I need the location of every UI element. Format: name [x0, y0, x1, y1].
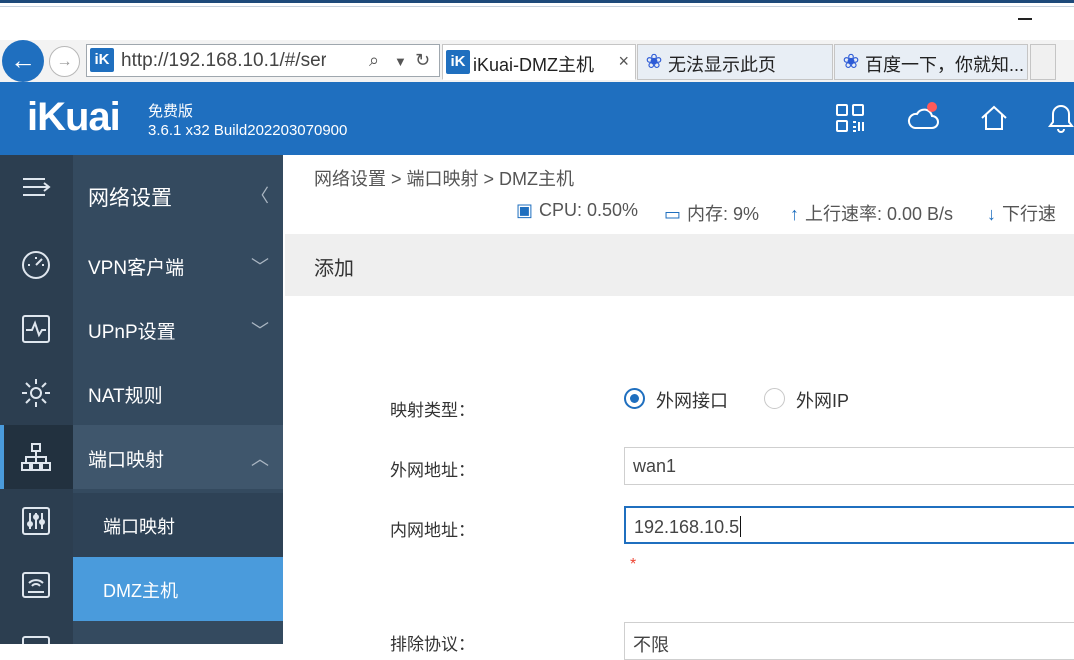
radio-wan-interface-label[interactable]: 外网接口	[656, 387, 728, 413]
close-icon[interactable]: ×	[618, 51, 629, 72]
chevron-down-icon: ﹀	[251, 321, 269, 341]
sidebar-item-vpn[interactable]: VPN客户端 ﹀	[73, 233, 283, 297]
cpu-chip-icon: ▣	[516, 200, 534, 220]
chevron-down-icon: ﹀	[251, 257, 269, 277]
memory-value: 内存: 9%	[687, 204, 760, 224]
tab-title: iKuai-DMZ主机	[473, 55, 595, 75]
radio-wan-ip-label[interactable]: 外网IP	[796, 387, 849, 413]
sidebar-item-port-mapping[interactable]: 端口映射 ︿	[73, 425, 283, 489]
wan-address-label: 外网地址：	[390, 461, 475, 480]
app-header: iKuai 免费版 3.6.1 x32 Build202203070900	[0, 82, 1074, 155]
notification-dot	[927, 102, 937, 112]
exclude-protocol-select[interactable]: 不限	[624, 622, 1074, 660]
refresh-icon[interactable]: ↻	[415, 50, 430, 71]
rail-more[interactable]	[0, 617, 73, 644]
sidebar-section-network[interactable]: 网络设置 〈	[73, 162, 283, 226]
sidebar-subitem-port-mapping[interactable]: 端口映射	[73, 493, 283, 557]
sidebar-item-label: NAT规则	[88, 386, 163, 407]
sidebar-subitem-dmz[interactable]: DMZ主机	[73, 557, 283, 621]
panel-title: 添加	[314, 258, 354, 280]
wan-address-value: wan1	[633, 456, 677, 476]
pulse-monitor-icon	[22, 315, 50, 343]
ikuai-favicon-icon: iK	[90, 48, 114, 72]
tab-title: 无法显示此页	[668, 55, 776, 75]
window-titlebar	[0, 7, 1074, 40]
exclude-protocol-label: 排除协议：	[390, 635, 475, 654]
sidebar-item-label: 端口映射	[88, 450, 165, 471]
arrow-right-icon: →	[56, 53, 73, 70]
rail-wireless[interactable]	[0, 553, 73, 617]
cpu-stat: ▣ CPU: 0.50%	[516, 200, 638, 221]
upload-value: 上行速率: 0.00 B/s	[805, 204, 954, 224]
baidu-paw-icon: ❀	[645, 51, 663, 73]
chevron-left-icon: 〈	[251, 186, 269, 206]
tab-title: 百度一下，你就知...	[865, 55, 1025, 75]
chevron-up-icon: ︿	[251, 449, 269, 469]
search-icon[interactable]: ⌕	[369, 50, 379, 71]
exclude-protocol-value: 不限	[633, 635, 669, 655]
download-stat: ↓ 下行速	[987, 200, 1056, 226]
wan-address-field[interactable]: wan1	[624, 447, 1074, 485]
sidebar-item-label: VPN客户端	[88, 258, 185, 279]
download-value: 下行速	[1002, 204, 1056, 224]
sidebar-item-nat[interactable]: NAT规则	[73, 361, 283, 425]
sidebar-item-label: UPnP设置	[88, 322, 176, 343]
rail-vpn[interactable]	[0, 233, 73, 297]
lan-address-label: 内网地址：	[390, 521, 475, 540]
network-tree-icon	[21, 443, 51, 471]
arrow-down-icon: ↓	[987, 204, 996, 224]
sidebar-item-upnp[interactable]: UPnP设置 ﹀	[73, 297, 283, 361]
memory-stat: ▭ 内存: 9%	[664, 200, 759, 226]
forward-button[interactable]: →	[49, 46, 80, 77]
arrow-up-icon: ↑	[790, 204, 799, 224]
sidebar-icon-rail	[0, 155, 73, 644]
sidebar-section-title: 网络设置	[88, 187, 172, 210]
bell-icon[interactable]	[1048, 102, 1074, 136]
baidu-paw-icon: ❀	[842, 51, 860, 73]
breadcrumb: 网络设置 > 端口映射 > DMZ主机	[314, 169, 575, 189]
tab-error-page[interactable]: ❀ 无法显示此页	[637, 44, 833, 80]
dropdown-arrow-icon[interactable]: ▼	[394, 54, 407, 69]
radio-wan-ip[interactable]	[764, 388, 785, 409]
menu-toggle[interactable]	[0, 155, 73, 219]
new-tab-button[interactable]	[1030, 44, 1056, 80]
wifi-router-icon	[22, 572, 50, 598]
sidebar-menu: 网络设置 〈 VPN客户端 ﹀ UPnP设置 ﹀ NAT规则 端口映射 ︿ 端口…	[73, 155, 283, 644]
edition-label: 免费版	[148, 103, 194, 120]
required-mark: *	[630, 556, 637, 573]
arrow-left-icon: ←	[10, 45, 36, 75]
address-url[interactable]: http://192.168.10.1/#/servic	[121, 50, 326, 72]
rail-nat[interactable]	[0, 361, 73, 425]
menu-collapse-icon	[23, 178, 51, 196]
ikuai-favicon-icon: iK	[446, 50, 470, 74]
panel-header: 添加	[285, 234, 1074, 296]
mapping-type-label: 映射类型：	[390, 401, 475, 420]
memory-icon: ▭	[664, 204, 682, 224]
text-caret	[740, 516, 742, 537]
speedometer-icon	[22, 251, 50, 279]
address-bar[interactable]: iK http://192.168.10.1/#/servic ⌕ ▼ ↻	[86, 44, 440, 77]
radio-wan-interface[interactable]	[624, 388, 645, 409]
upload-stat: ↑ 上行速率: 0.00 B/s	[790, 200, 953, 226]
tab-baidu[interactable]: ❀ 百度一下，你就知...	[834, 44, 1028, 80]
gear-icon	[22, 379, 50, 407]
lan-address-input[interactable]: 192.168.10.5	[624, 506, 1074, 544]
monitor-icon	[22, 636, 50, 644]
brand-logo[interactable]: iKuai	[27, 95, 121, 140]
sidebar-subitem-label: DMZ主机	[103, 581, 178, 601]
build-version: 3.6.1 x32 Build202203070900	[148, 122, 348, 139]
sidebar-subitem-label: 端口映射	[103, 517, 175, 537]
cloud-icon[interactable]	[906, 102, 940, 136]
tab-ikuai-dmz[interactable]: iK iKuai-DMZ主机 ×	[442, 44, 636, 80]
apps-grid-icon[interactable]	[834, 102, 868, 136]
cpu-value: CPU: 0.50%	[539, 200, 639, 220]
home-icon[interactable]	[978, 102, 1012, 136]
sliders-icon	[22, 507, 50, 535]
back-button[interactable]: ←	[2, 40, 44, 82]
rail-port-mapping[interactable]	[0, 425, 73, 489]
rail-flow-control[interactable]	[0, 489, 73, 553]
lan-address-value: 192.168.10.5	[634, 517, 740, 537]
rail-upnp[interactable]	[0, 297, 73, 361]
minimize-button[interactable]	[1018, 18, 1032, 20]
